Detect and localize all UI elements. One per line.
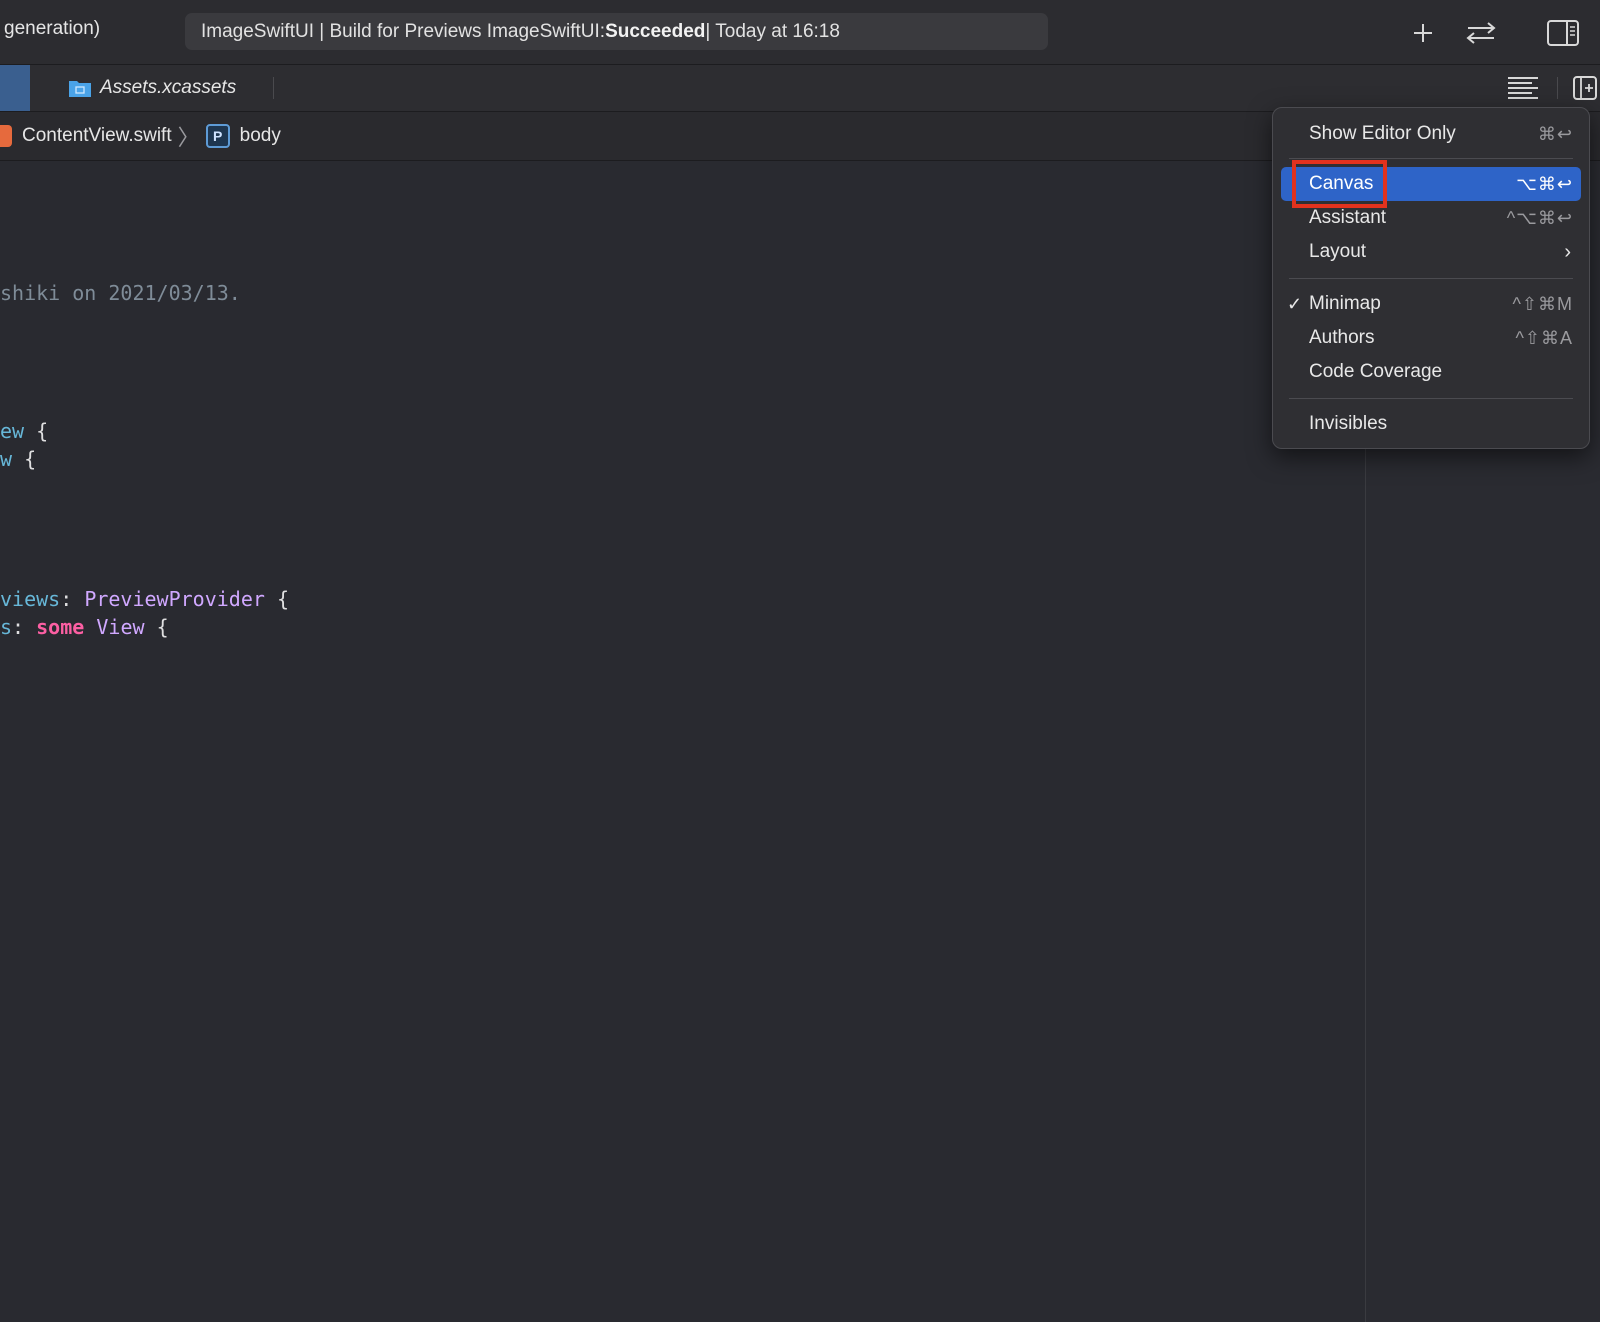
checkmark-icon: ✓ <box>1287 293 1303 314</box>
menu-item-label: Minimap <box>1309 293 1381 314</box>
code-token: shiki on 2021/03/13. <box>0 281 241 305</box>
menu-item-label: Invisibles <box>1309 413 1388 434</box>
code-token: : <box>60 587 85 611</box>
menu-item-label: Authors <box>1309 327 1375 348</box>
menu-item-code-coverage[interactable]: Code Coverage <box>1281 355 1581 389</box>
code-token: View <box>96 615 145 639</box>
code-token: w <box>0 447 13 471</box>
code-token: some <box>36 615 85 639</box>
editor-tab-bar: Assets.xcassets <box>0 65 1600 112</box>
menu-item-shortcut: ⌘↩ <box>1537 123 1573 144</box>
editor-options <box>1503 73 1600 103</box>
menu-item-shortcut: ⌥⌘↩ <box>1516 173 1573 194</box>
menu-item-label: Show Editor Only <box>1309 123 1456 144</box>
lines-icon <box>1508 77 1538 99</box>
code-review-button[interactable] <box>1463 18 1499 48</box>
code-token: s <box>0 615 13 639</box>
code-token: { <box>144 615 169 639</box>
jumpbar-file[interactable]: ContentView.swift <box>22 125 172 147</box>
tab-assets[interactable]: Assets.xcassets <box>68 74 236 102</box>
menu-item-minimap[interactable]: ✓ Minimap ^⇧⌘M <box>1281 287 1581 321</box>
add-editor-button[interactable] <box>1570 73 1600 103</box>
source-editor[interactable]: shiki on 2021/03/13. ew { w { views: Pre… <box>0 161 1365 1322</box>
code-token: PreviewProvider <box>84 587 265 611</box>
scheme-label[interactable]: generation) <box>4 18 100 40</box>
code-token: ew <box>0 419 25 443</box>
menu-item-show-editor-only[interactable]: Show Editor Only ⌘↩ <box>1281 117 1581 151</box>
property-icon: P <box>205 124 230 148</box>
tab-label: Assets.xcassets <box>100 77 237 98</box>
code-token: { <box>24 419 49 443</box>
tools-divider <box>1557 77 1558 99</box>
code-token: { <box>264 587 290 611</box>
code-token: views <box>0 587 61 611</box>
editor-options-menu: Show Editor Only ⌘↩ Canvas ⌥⌘↩ Assistant… <box>1272 107 1590 449</box>
editor-options-button[interactable] <box>1503 73 1543 103</box>
status-suffix: | Today at 16:18 <box>705 20 840 42</box>
inspector-toggle-button[interactable] <box>1545 18 1581 48</box>
menu-item-label: Code Coverage <box>1309 361 1443 382</box>
highlight-callout <box>1292 160 1387 208</box>
menu-item-label: Layout <box>1309 241 1367 262</box>
menu-item-label: Assistant <box>1309 207 1387 228</box>
menu-item-shortcut: ^⇧⌘A <box>1515 327 1573 348</box>
code-line: shiki on 2021/03/13. <box>0 279 241 307</box>
menu-item-layout[interactable]: Layout › <box>1281 235 1581 269</box>
split-add-icon <box>1573 76 1597 100</box>
swift-file-icon <box>0 125 12 147</box>
menu-separator <box>1289 398 1573 399</box>
code-line: views: PreviewProvider { <box>0 585 289 613</box>
menu-separator <box>1289 158 1573 159</box>
sidebar-right-icon <box>1547 20 1579 46</box>
menu-item-invisibles[interactable]: Invisibles <box>1281 407 1581 441</box>
code-token: { <box>12 447 37 471</box>
code-line: s: some View { <box>0 613 169 641</box>
code-token: : <box>12 615 37 639</box>
add-button[interactable] <box>1405 18 1441 48</box>
previous-tab[interactable] <box>0 65 30 111</box>
code-line: w { <box>0 445 36 473</box>
menu-item-shortcut: ^⇧⌘M <box>1512 293 1573 314</box>
jumpbar-symbol[interactable]: body <box>240 125 281 147</box>
tab-divider <box>273 77 274 99</box>
activity-status: ImageSwiftUI | Build for Previews ImageS… <box>185 13 1048 50</box>
menu-separator <box>1289 278 1573 279</box>
code-line: ew { <box>0 417 48 445</box>
toolbar: generation) ImageSwiftUI | Build for Pre… <box>0 0 1600 65</box>
swap-arrows-icon <box>1466 22 1496 44</box>
folder-icon <box>69 81 91 97</box>
status-prefix: ImageSwiftUI | Build for Previews ImageS… <box>201 20 606 42</box>
chevron-right-icon: 〉 <box>177 125 200 150</box>
status-result: Succeeded <box>605 20 706 42</box>
menu-item-shortcut: ^⌥⌘↩ <box>1506 207 1573 228</box>
plus-icon <box>1414 24 1432 42</box>
menu-item-authors[interactable]: Authors ^⇧⌘A <box>1281 321 1581 355</box>
chevron-right-icon: › <box>1564 240 1571 263</box>
